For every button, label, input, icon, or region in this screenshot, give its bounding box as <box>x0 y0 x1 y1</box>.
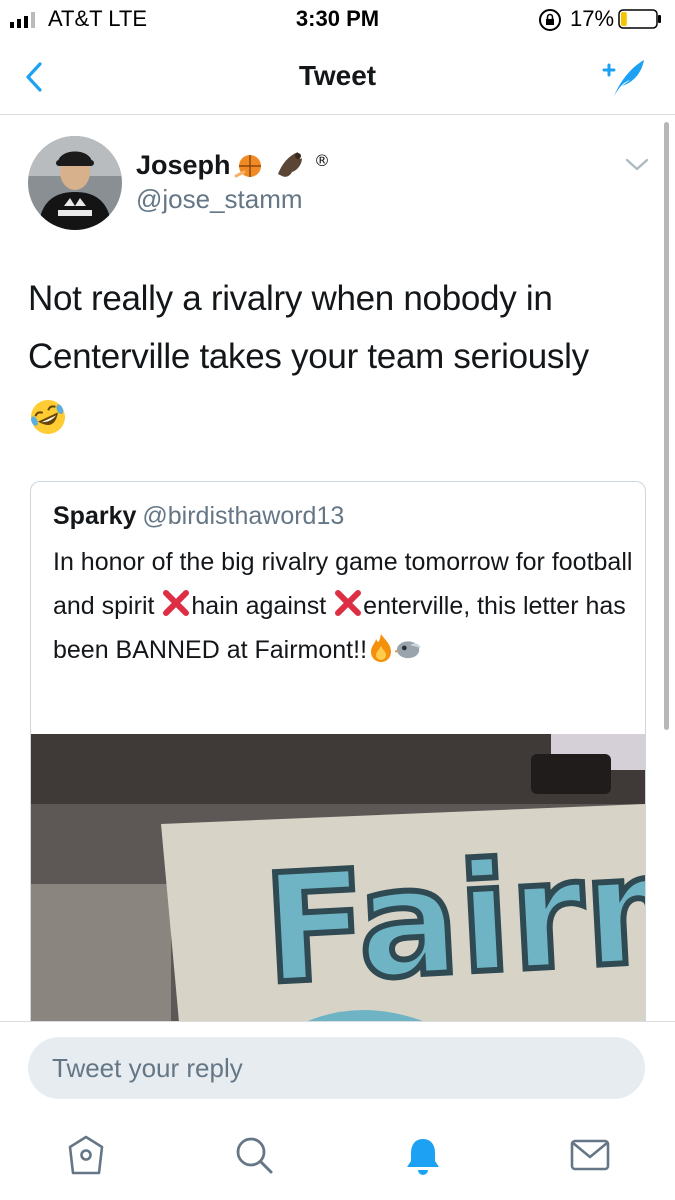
battery-percent: 17% <box>570 6 615 31</box>
quoted-author-name: Sparky <box>53 502 137 530</box>
tab-bar <box>0 1117 675 1200</box>
author-name[interactable]: Joseph <box>136 150 231 181</box>
cross-mark-emoji <box>335 590 362 616</box>
navigation-bar: Tweet <box>0 40 675 115</box>
quoted-tweet-text: In honor of the big rivalry game tomorro… <box>53 540 633 672</box>
quoted-text-part: hain against <box>191 592 334 620</box>
page-title: Tweet <box>298 60 377 91</box>
bat-emoji <box>278 152 302 177</box>
reply-input[interactable]: Tweet your reply <box>28 1037 645 1099</box>
battery-icon <box>618 9 661 29</box>
home-icon[interactable] <box>64 1133 108 1177</box>
author-handle[interactable]: @jose_stamm <box>136 184 303 215</box>
messages-envelope-icon[interactable] <box>568 1133 612 1177</box>
author-badges: ® <box>234 151 330 178</box>
notifications-bell-icon[interactable] <box>401 1133 445 1177</box>
tweet-options-chevron-icon[interactable] <box>624 156 650 174</box>
tweet-body: Not really a rivalry when nobody in Cent… <box>28 270 638 444</box>
basketball-emoji <box>234 155 261 178</box>
quoted-author-handle: @birdisthaword13 <box>142 502 345 530</box>
orientation-lock-icon <box>539 9 561 31</box>
author-avatar[interactable] <box>28 136 122 230</box>
quoted-tweet-image[interactable]: Fairm <box>31 734 645 1043</box>
quoted-tweet-header: Sparky @birdisthaword13 <box>53 502 344 531</box>
scroll-indicator[interactable] <box>664 122 669 730</box>
bird-emoji <box>395 641 422 659</box>
compose-button[interactable] <box>600 56 648 98</box>
status-bar: AT&T LTE 3:30 PM 17% <box>0 0 675 38</box>
reply-bar: Tweet your reply <box>0 1021 675 1118</box>
rolling-on-floor-laughing-emoji <box>31 399 65 434</box>
registered-sign: ® <box>314 151 330 170</box>
sign-text: Fairm <box>260 819 645 1018</box>
tweet-text-line: Centerville takes your team seriously <box>28 337 589 376</box>
tweet-text-line: Not really a rivalry when nobody in <box>28 279 553 318</box>
fire-emoji <box>371 634 392 662</box>
quoted-tweet-card[interactable]: Sparky @birdisthaword13 In honor of the b… <box>30 481 646 1043</box>
cross-mark-emoji <box>163 590 190 616</box>
reply-placeholder: Tweet your reply <box>52 1053 243 1083</box>
search-icon[interactable] <box>232 1133 276 1177</box>
